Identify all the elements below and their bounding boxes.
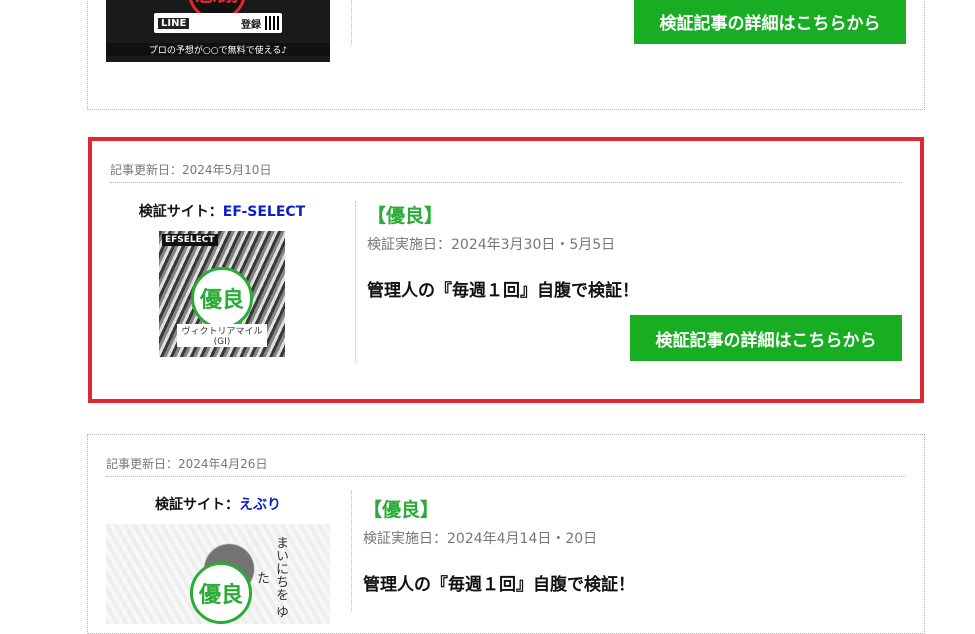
details-cta-button[interactable]: 検証記事の詳細はこちらから [634,0,906,44]
card-headline: 管理人の『毎週１回』自腹で検証！ [363,575,635,595]
card-right-column: 【優良】 検証実施日：2024年3月30日・5月5日 管理人の『毎週１回』自腹で… [367,201,902,361]
qr-code-icon [265,16,279,30]
site-name-link[interactable]: えぶり [239,497,281,513]
site-label-text: 検証サイト： [138,204,223,220]
article-updated-date: 記事更新日：2024年5月10日 [110,161,902,183]
site-label: 検証サイト：えぶり [106,494,330,514]
site-thumbnail[interactable]: 感謝 LINE 登録 プロの予想が○○で無料で使える♪ [106,0,330,62]
rating-label: 【優良】 [367,205,444,227]
site-name-link[interactable]: EF-SELECT [223,204,305,220]
article-updated-date: 記事更新日：2024年4月26日 [106,455,906,477]
site-label-text: 検証サイト： [155,497,239,513]
verification-period: 検証実施日：2024年3月30日・5月5日 [367,237,616,253]
card-headline: 管理人の『毎週１回』自腹で検証！ [367,281,639,301]
verification-card-prev: 感謝 LINE 登録 プロの予想が○○で無料で使える♪ 検証記事の詳細はこちらか… [87,0,925,110]
column-divider [355,201,356,363]
card-right-column: 【優良】 検証実施日：2024年4月14日・20日 管理人の『毎週１回』自腹で検… [363,495,906,595]
card-left-column: 検証サイト：えぶり まいにちを ゆた 優良 [106,494,330,624]
verification-card-ef-select: 記事更新日：2024年5月10日 検証サイト：EF-SELECT EFSELEC… [88,137,924,403]
seal-text: 優良 [198,582,243,608]
thumbnail-vertical-text: まいにちを ゆた [254,535,288,619]
column-divider [351,491,352,611]
column-divider [351,0,352,45]
line-register-banner: LINE 登録 [154,13,282,33]
card-left-column: 検証サイト：EF-SELECT EFSELECT 優良 ヴィクトリアマイル(GI… [110,201,334,357]
register-text: 登録 [241,19,261,31]
seal-text: 感謝 [195,0,239,8]
site-thumbnail[interactable]: まいにちを ゆた 優良 [106,524,330,624]
card-left-column: 感謝 LINE 登録 プロの予想が○○で無料で使える♪ [106,0,330,62]
line-logo-icon: LINE [158,17,190,29]
verification-card-eburi: 記事更新日：2024年4月26日 検証サイト：えぶり まいにちを ゆた 優良 【… [87,434,925,634]
verification-period: 検証実施日：2024年4月14日・20日 [363,531,598,547]
site-thumbnail[interactable]: EFSELECT 優良 ヴィクトリアマイル(GI) [159,231,285,357]
thumbnail-caption: プロの予想が○○で無料で使える♪ [106,43,330,56]
award-seal-icon: 優良 [191,267,253,329]
seal-text: 優良 [199,287,244,313]
award-seal-icon: 優良 [190,562,252,624]
thumbnail-caption: ヴィクトリアマイル(GI) [177,324,267,347]
site-logo: EFSELECT [162,234,218,246]
details-cta-button[interactable]: 検証記事の詳細はこちらから [630,315,902,361]
rating-label: 【優良】 [363,499,440,521]
site-label: 検証サイト：EF-SELECT [110,201,334,221]
